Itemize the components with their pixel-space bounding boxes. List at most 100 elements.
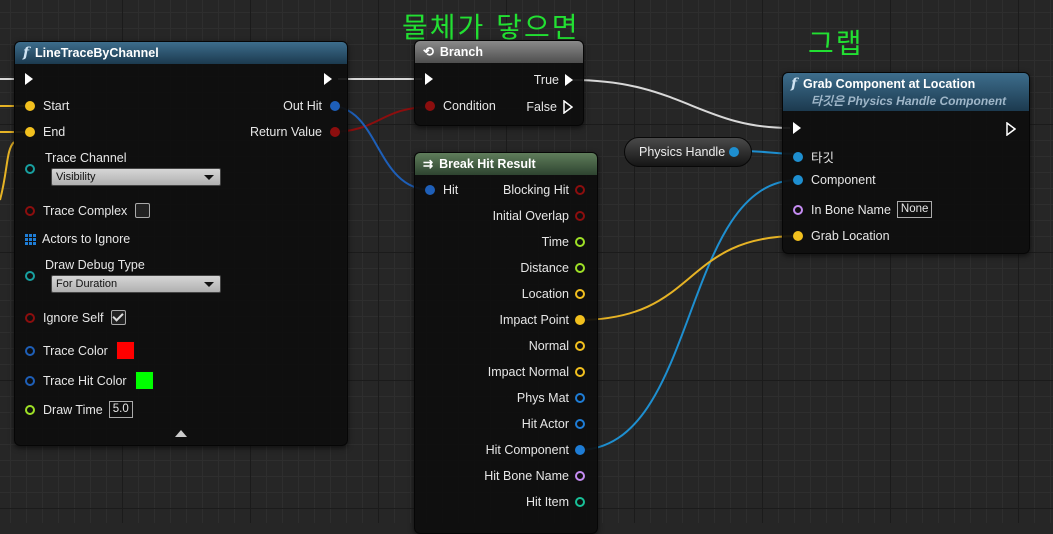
component-label: Component bbox=[811, 173, 876, 187]
trace-channel-label-row: Trace Channel bbox=[45, 151, 127, 165]
trace-end-pin[interactable]: End bbox=[25, 125, 65, 139]
out-hit-item[interactable]: Hit Item bbox=[526, 495, 585, 509]
line-trace-header[interactable]: f LineTraceByChannel bbox=[15, 42, 347, 64]
exec-out-hollow-icon bbox=[563, 100, 573, 114]
break-hit-title: Break Hit Result bbox=[439, 157, 536, 171]
grab-component-pin[interactable]: Component bbox=[793, 173, 876, 187]
trace-start-pin[interactable]: Start bbox=[25, 99, 69, 113]
out-hit-actor[interactable]: Hit Actor bbox=[522, 417, 585, 431]
out-impact-normal[interactable]: Impact Normal bbox=[488, 365, 585, 379]
exec-in-icon bbox=[25, 73, 33, 85]
bone-name-input[interactable]: None bbox=[896, 201, 933, 218]
trace-complex-pin[interactable]: Trace Complex bbox=[25, 203, 151, 218]
bone-name-label: In Bone Name bbox=[811, 202, 891, 217]
trace-color-label: Trace Color bbox=[43, 343, 108, 358]
return-value-pin[interactable]: Return Value bbox=[250, 125, 340, 139]
branch-condition-pin[interactable]: Condition bbox=[425, 99, 496, 113]
grab-header[interactable]: f Grab Component at Location 타깃은 Physics… bbox=[783, 73, 1029, 111]
bool-pin-icon bbox=[425, 101, 435, 111]
grab-target-pin[interactable]: 타깃 bbox=[793, 147, 834, 166]
exec-out-icon bbox=[324, 73, 332, 85]
draw-time-pin[interactable]: Draw Time 5.0 bbox=[25, 401, 133, 418]
initial-overlap-label: Initial Overlap bbox=[492, 209, 569, 223]
vector-pin-icon bbox=[25, 101, 35, 111]
trace-color-swatch[interactable] bbox=[115, 341, 135, 360]
physics-handle-variable[interactable]: Physics Handle bbox=[624, 137, 752, 167]
trace-color-pin[interactable]: Trace Color bbox=[25, 341, 135, 360]
object-pin-icon bbox=[575, 419, 585, 429]
time-label: Time bbox=[541, 235, 569, 249]
object-pin-icon bbox=[575, 445, 585, 455]
ignore-self-pin[interactable]: Ignore Self bbox=[25, 310, 127, 325]
struct-pin-icon bbox=[25, 345, 35, 356]
grab-location-pin[interactable]: Grab Location bbox=[793, 229, 890, 243]
exec-wire-branch-grab bbox=[571, 79, 791, 129]
actors-to-ignore-pin[interactable]: Actors to Ignore bbox=[25, 232, 130, 246]
trace-hit-color-swatch[interactable] bbox=[134, 371, 154, 390]
out-location[interactable]: Location bbox=[522, 287, 585, 301]
out-hit-bone-name[interactable]: Hit Bone Name bbox=[484, 469, 585, 483]
trace-channel-dropdown[interactable]: Visibility bbox=[51, 168, 221, 186]
collapse-advanced-button[interactable] bbox=[175, 430, 187, 437]
bool-pin-icon bbox=[575, 211, 585, 221]
trace-exec-out[interactable] bbox=[324, 73, 332, 85]
trace-channel-label: Trace Channel bbox=[45, 151, 127, 165]
out-hit-component[interactable]: Hit Component bbox=[486, 443, 585, 457]
location-label: Location bbox=[521, 287, 569, 301]
return-value-label: Return Value bbox=[249, 125, 322, 139]
break-hit-header[interactable]: ⇉ Break Hit Result bbox=[415, 153, 597, 175]
float-pin-icon bbox=[575, 237, 585, 247]
struct-pin-icon bbox=[330, 101, 340, 111]
start-label: Start bbox=[43, 99, 70, 113]
hit-label: Hit bbox=[443, 183, 459, 197]
out-hit-pin[interactable]: Out Hit bbox=[283, 99, 340, 113]
actors-to-ignore-label: Actors to Ignore bbox=[42, 232, 131, 246]
bool-pin-icon bbox=[575, 185, 585, 195]
out-distance[interactable]: Distance bbox=[520, 261, 585, 275]
branch-exec-in[interactable] bbox=[425, 73, 433, 85]
ignore-self-checkbox[interactable] bbox=[111, 310, 127, 325]
blocking-hit-label: Blocking Hit bbox=[503, 183, 569, 197]
grab-bone-name-pin[interactable]: In Bone Name None bbox=[793, 201, 933, 218]
branch-title: Branch bbox=[439, 45, 483, 59]
out-normal[interactable]: Normal bbox=[529, 339, 585, 353]
trace-hit-color-pin[interactable]: Trace Hit Color bbox=[25, 371, 154, 390]
hit-actor-label: Hit Actor bbox=[521, 417, 569, 431]
branch-true-pin[interactable]: True bbox=[534, 73, 573, 87]
branch-false-pin[interactable]: False bbox=[526, 100, 573, 114]
out-time[interactable]: Time bbox=[542, 235, 585, 249]
draw-time-input[interactable]: 5.0 bbox=[108, 401, 133, 418]
normal-label: Normal bbox=[528, 339, 569, 353]
trace-channel-pin[interactable] bbox=[25, 164, 35, 174]
chevron-up-icon bbox=[175, 430, 187, 437]
vector-pin-icon bbox=[575, 341, 585, 351]
break-hit-input-pin[interactable]: Hit bbox=[425, 183, 458, 197]
function-icon: f bbox=[791, 76, 798, 92]
enum-pin-icon bbox=[25, 271, 35, 281]
out-blocking-hit[interactable]: Blocking Hit bbox=[503, 183, 585, 197]
trace-exec-in[interactable] bbox=[25, 73, 33, 85]
int-pin-icon bbox=[575, 497, 585, 507]
function-icon: f bbox=[23, 45, 30, 61]
condition-label: Condition bbox=[443, 99, 496, 113]
annotation-grab: 그랩 bbox=[808, 27, 864, 60]
draw-debug-dropdown[interactable]: For Duration bbox=[51, 275, 221, 293]
struct-pin-icon bbox=[425, 185, 435, 195]
branch-header[interactable]: ⟲ Branch bbox=[415, 41, 583, 63]
out-initial-overlap[interactable]: Initial Overlap bbox=[493, 209, 585, 223]
end-label: End bbox=[43, 125, 66, 139]
enum-pin-icon bbox=[25, 164, 35, 174]
draw-debug-label-row: Draw Debug Type bbox=[45, 258, 145, 272]
exec-in-icon bbox=[793, 122, 801, 134]
grab-exec-out[interactable] bbox=[1006, 122, 1016, 136]
bool-pin-icon bbox=[25, 312, 35, 323]
break-struct-icon: ⇉ bbox=[423, 157, 434, 171]
name-pin-icon bbox=[793, 204, 803, 215]
float-pin-icon bbox=[575, 263, 585, 273]
draw-debug-value: For Duration bbox=[56, 278, 118, 290]
grab-exec-in[interactable] bbox=[793, 122, 801, 134]
draw-debug-type-pin[interactable] bbox=[25, 271, 35, 281]
trace-complex-checkbox[interactable] bbox=[135, 203, 151, 218]
out-impact-point[interactable]: Impact Point bbox=[500, 313, 585, 327]
out-phys-mat[interactable]: Phys Mat bbox=[517, 391, 585, 405]
